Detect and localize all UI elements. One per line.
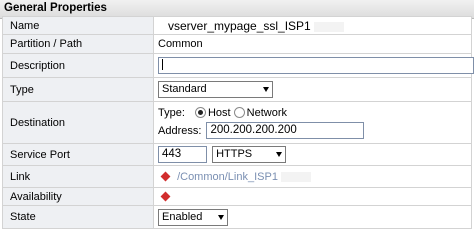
partition-value: Common [153, 34, 472, 54]
row-name: Name vserver_mypage_ssl_ISP1 [2, 16, 472, 35]
redacted-mark [313, 21, 344, 32]
service-port-label: Service Port [2, 143, 154, 166]
redacted-mark [281, 171, 312, 182]
port-input[interactable]: 443 [158, 146, 207, 163]
state-label: State [2, 205, 154, 229]
name-value: vserver_mypage_ssl_ISP1 [168, 18, 311, 33]
link-value[interactable]: /Common/Link_ISP1 [177, 171, 278, 183]
text-cursor [162, 59, 163, 71]
properties-table: Name vserver_mypage_ssl_ISP1 Partition /… [2, 16, 474, 229]
section-title: General Properties [4, 2, 107, 14]
description-label: Description [2, 53, 154, 78]
state-select[interactable]: Enabled [158, 208, 228, 226]
protocol-select[interactable]: HTTPS [212, 146, 287, 163]
general-properties-panel: General Properties Name vserver_mypage_s… [0, 0, 474, 244]
row-destination: Destination Type: Host Network Address: … [2, 101, 472, 144]
chevron-down-icon [218, 214, 224, 220]
status-red-diamond-icon [160, 171, 171, 182]
chevron-down-icon [263, 87, 269, 92]
row-state: State Enabled [2, 205, 472, 229]
description-input[interactable] [158, 57, 474, 74]
link-label: Link [2, 165, 154, 188]
row-partition: Partition / Path Common [2, 34, 472, 54]
row-service-port: Service Port 443 HTTPS [2, 143, 472, 166]
partition-label: Partition / Path [2, 34, 154, 54]
availability-red-diamond-icon [160, 191, 171, 202]
network-radio-label[interactable]: Network [247, 107, 287, 119]
row-description: Description [2, 53, 474, 78]
destination-label: Destination [2, 101, 154, 144]
destination-type-label: Type: [158, 106, 185, 119]
row-availability: Availability [2, 187, 472, 206]
address-label: Address: [158, 124, 202, 137]
type-label: Type [2, 77, 154, 102]
host-radio[interactable] [194, 107, 206, 119]
row-link: Link /Common/Link_ISP1 [2, 165, 472, 188]
type-select[interactable]: Standard [158, 81, 273, 98]
chevron-down-icon [276, 152, 283, 157]
name-label: Name [2, 16, 154, 35]
network-radio[interactable] [233, 107, 245, 119]
address-input[interactable]: 200.200.200.200 [206, 122, 365, 140]
host-radio-label[interactable]: Host [208, 107, 231, 119]
availability-label: Availability [2, 187, 154, 206]
row-type: Type Standard [2, 77, 472, 102]
